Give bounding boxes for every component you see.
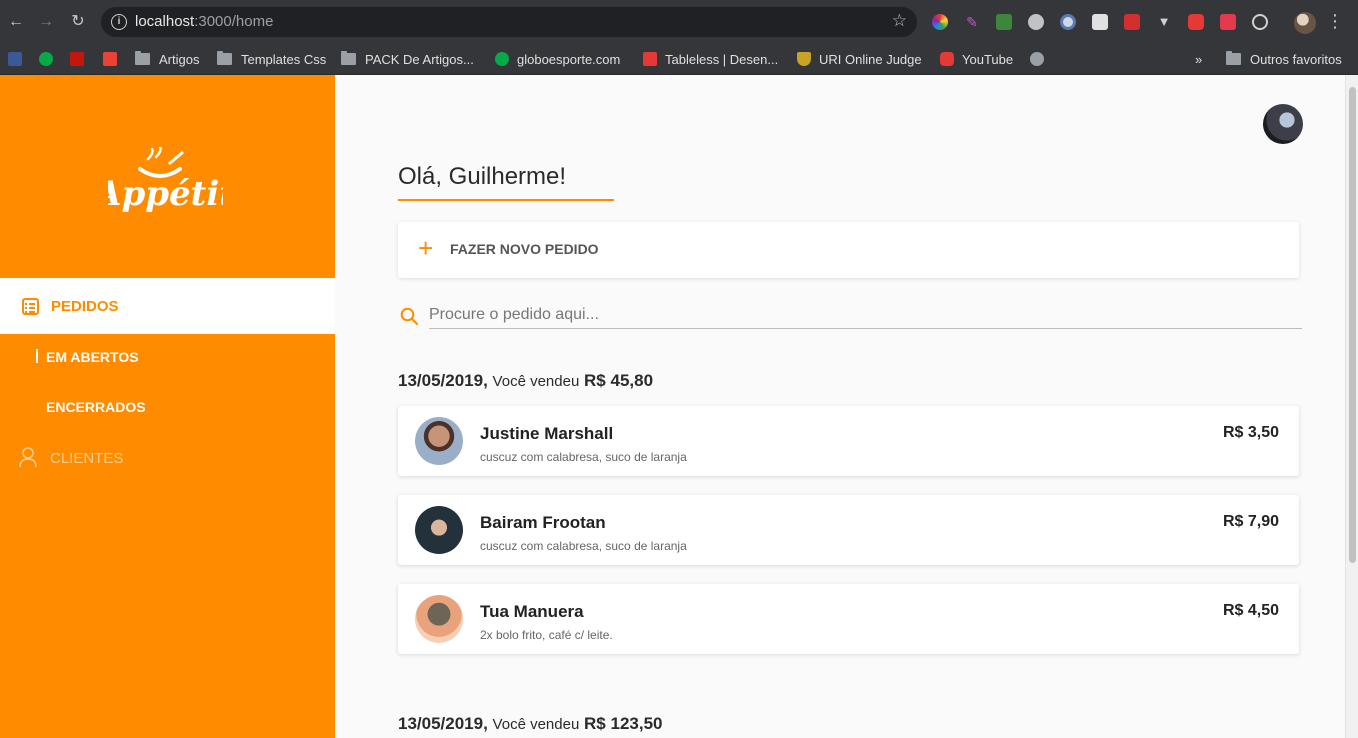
info-icon[interactable]: i bbox=[111, 14, 127, 30]
ge-icon bbox=[495, 52, 509, 66]
folder-icon bbox=[217, 51, 232, 65]
tableless-icon bbox=[643, 52, 657, 66]
extension-pen-icon[interactable]: ✎ bbox=[964, 14, 980, 30]
customer-name: Tua Manuera bbox=[480, 602, 584, 621]
order-card[interactable]: Justine Marshall cuscuz com calabresa, s… bbox=[398, 406, 1299, 476]
order-items: cuscuz com calabresa, suco de laranja bbox=[480, 450, 687, 464]
order-price: R$ 3,50 bbox=[1222, 424, 1279, 441]
bookmark-gmail-icon[interactable] bbox=[103, 49, 125, 69]
bookmark-label: URI Online Judge bbox=[819, 51, 922, 67]
sidebar: Appétit PEDIDOS EM ABERTOS ENCERRADOS CL… bbox=[0, 75, 335, 738]
menu-icon[interactable]: ⋮ bbox=[1326, 11, 1344, 32]
nav-orders[interactable]: PEDIDOS bbox=[0, 278, 335, 334]
bookmark-label: Outros favoritos bbox=[1250, 51, 1342, 67]
title-underline bbox=[398, 199, 614, 201]
bookmark-g1-icon[interactable] bbox=[70, 49, 92, 69]
order-items: cuscuz com calabresa, suco de laranja bbox=[480, 539, 687, 553]
folder-icon bbox=[1226, 51, 1241, 65]
bookmark-tableless[interactable]: Tableless | Desen... bbox=[643, 49, 778, 69]
extension-circle-icon[interactable] bbox=[1060, 14, 1076, 30]
bookmark-label: Templates Css bbox=[241, 51, 327, 67]
customer-avatar bbox=[415, 506, 463, 554]
reload-icon[interactable]: ↻ bbox=[68, 12, 88, 32]
day-amount: R$ 123,50 bbox=[584, 714, 663, 733]
folder-icon bbox=[135, 51, 150, 65]
plus-icon: + bbox=[418, 233, 434, 263]
bookmark-label: YouTube bbox=[962, 51, 1014, 67]
extension-bw-icon[interactable] bbox=[1092, 14, 1108, 30]
bookmark-uri[interactable]: URI Online Judge bbox=[797, 49, 922, 69]
day-summary: 13/05/2019, Você vendeu R$ 123,50 bbox=[398, 714, 662, 734]
brand-logo: Appétit bbox=[108, 147, 223, 214]
bookmark-ge-icon[interactable] bbox=[39, 49, 61, 69]
customer-avatar bbox=[415, 417, 463, 465]
brand-name: Appétit bbox=[108, 174, 223, 214]
order-card[interactable]: Bairam Frootan cuscuz com calabresa, suc… bbox=[398, 495, 1299, 565]
bookmark-artigos[interactable]: Artigos bbox=[135, 49, 199, 69]
user-icon bbox=[19, 447, 37, 468]
new-order-button[interactable]: + FAZER NOVO PEDIDO bbox=[398, 222, 1299, 278]
day-amount: R$ 45,80 bbox=[584, 371, 654, 390]
order-card[interactable]: Tua Manuera 2x bolo frito, café c/ leite… bbox=[398, 584, 1299, 654]
new-order-label: FAZER NOVO PEDIDO bbox=[450, 241, 599, 257]
main-content: Olá, Guilherme! + FAZER NOVO PEDIDO 13/0… bbox=[335, 75, 1345, 738]
nav-orders-label: PEDIDOS bbox=[51, 298, 119, 315]
url-text: localhost:3000/home bbox=[135, 13, 273, 30]
trophy-icon bbox=[797, 52, 811, 66]
bookmark-youtube[interactable]: YouTube bbox=[940, 49, 1013, 69]
bookmark-label: Tableless | Desen... bbox=[665, 51, 779, 67]
customer-name: Justine Marshall bbox=[480, 424, 614, 443]
search-input[interactable] bbox=[429, 301, 1302, 329]
youtube-icon bbox=[940, 52, 954, 66]
extension-target-icon[interactable] bbox=[1252, 14, 1268, 30]
extension-red-icon[interactable] bbox=[1124, 14, 1140, 30]
day-text: Você vendeu bbox=[492, 716, 580, 733]
back-icon[interactable]: ← bbox=[6, 12, 26, 32]
nav-closed-orders[interactable]: ENCERRADOS bbox=[46, 399, 146, 415]
day-text: Você vendeu bbox=[492, 373, 580, 390]
bookmark-label: Artigos bbox=[159, 51, 200, 67]
bookmarks-more-icon[interactable]: » bbox=[1195, 49, 1202, 69]
extension-v-icon[interactable]: ▼ bbox=[1156, 14, 1172, 30]
order-price: R$ 7,90 bbox=[1222, 513, 1279, 530]
scrollbar[interactable] bbox=[1345, 75, 1358, 738]
bookmark-star-icon[interactable]: ☆ bbox=[892, 11, 907, 31]
extension-color-icon[interactable] bbox=[932, 14, 948, 30]
bookmark-globe-icon[interactable] bbox=[1030, 49, 1052, 69]
active-indicator bbox=[36, 349, 38, 363]
url-host: localhost bbox=[135, 13, 195, 30]
order-items: 2x bolo frito, café c/ leite. bbox=[480, 628, 613, 642]
search-icon bbox=[400, 307, 418, 325]
nav-open-orders[interactable]: EM ABERTOS bbox=[46, 349, 139, 365]
day-date: 13/05/2019, bbox=[398, 371, 488, 390]
bookmark-other-favorites[interactable]: Outros favoritos bbox=[1226, 49, 1342, 69]
profile-avatar[interactable] bbox=[1294, 12, 1316, 34]
customer-avatar bbox=[415, 595, 463, 643]
forward-icon[interactable]: → bbox=[36, 12, 56, 32]
page-title: Olá, Guilherme! bbox=[398, 163, 567, 190]
bookmark-pack-artigos[interactable]: PACK De Artigos... bbox=[341, 49, 474, 69]
extension-node-icon[interactable] bbox=[996, 14, 1012, 30]
address-bar[interactable]: i localhost:3000/home ☆ bbox=[101, 7, 917, 37]
folder-icon bbox=[341, 51, 356, 65]
scrollbar-thumb[interactable] bbox=[1349, 87, 1356, 563]
day-date: 13/05/2019, bbox=[398, 714, 488, 733]
bookmark-facebook-icon[interactable] bbox=[8, 49, 30, 69]
bookmark-label: PACK De Artigos... bbox=[365, 51, 474, 67]
extension-calendar-icon[interactable] bbox=[1220, 14, 1236, 30]
bookmark-templates-css[interactable]: Templates Css bbox=[217, 49, 326, 69]
customer-name: Bairam Frootan bbox=[480, 513, 606, 532]
extension-discord-icon[interactable] bbox=[1028, 14, 1044, 30]
bookmark-label: globoesporte.com bbox=[517, 51, 621, 67]
bookmarks-bar: Artigos Templates Css PACK De Artigos...… bbox=[0, 44, 1358, 75]
nav-clients[interactable]: CLIENTES bbox=[50, 450, 123, 467]
browser-toolbar: ← → ↻ i localhost:3000/home ☆ ✎ ▼ ⋮ bbox=[0, 0, 1358, 44]
url-path: :3000/home bbox=[194, 13, 274, 30]
bookmark-globoesporte[interactable]: globoesporte.com bbox=[495, 49, 620, 69]
day-summary: 13/05/2019, Você vendeu R$ 45,80 bbox=[398, 371, 653, 391]
order-price: R$ 4,50 bbox=[1222, 602, 1279, 619]
list-icon bbox=[22, 298, 39, 315]
user-avatar[interactable] bbox=[1263, 104, 1303, 144]
extension-youtube-icon[interactable] bbox=[1188, 14, 1204, 30]
